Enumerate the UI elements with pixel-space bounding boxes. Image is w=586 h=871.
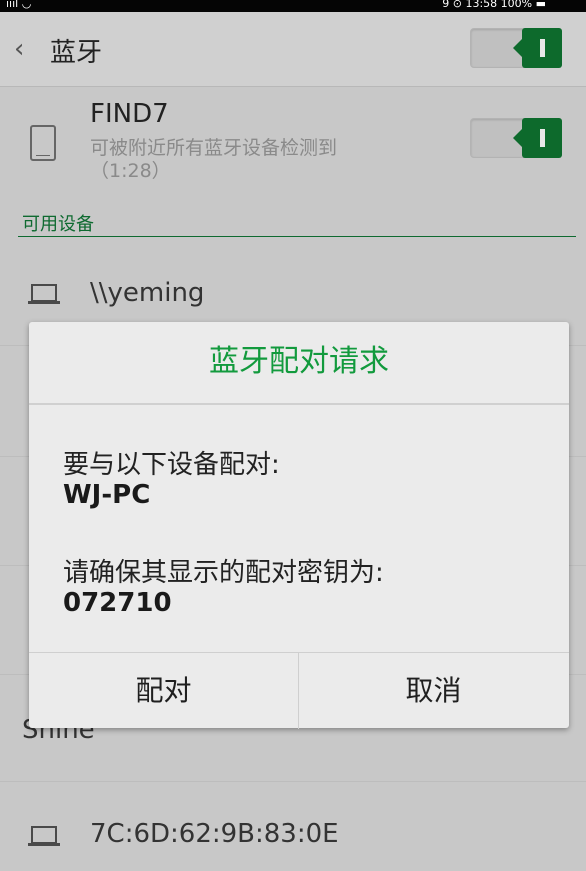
visibility-toggle[interactable] [470, 118, 562, 158]
screen: ıııl ◡ 9 ⊙ 13:58 100% ▬ ‹ 蓝牙 FIND7 可被附近所… [0, 0, 586, 871]
device-item[interactable]: 7C:6D:62:9B:83:0E [0, 782, 586, 871]
action-bar: ‹ 蓝牙 [0, 12, 586, 87]
pairing-dialog: 蓝牙配对请求 要与以下设备配对: WJ-PC 请确保其显示的配对密钥为: 072… [29, 322, 569, 729]
available-devices-header: 可用设备 [22, 214, 94, 235]
pair-with-label: 要与以下设备配对: [63, 450, 280, 480]
remote-device-name: WJ-PC [63, 480, 151, 510]
signal-icon: ıııl ◡ [6, 0, 32, 10]
confirm-key-label: 请确保其显示的配对密钥为: [63, 558, 384, 588]
device-name: FIND7 [90, 99, 169, 129]
device-item-label: \\yeming [90, 278, 205, 308]
toggle-knob [513, 28, 562, 68]
section-divider [18, 236, 576, 237]
bluetooth-toggle[interactable] [470, 28, 562, 68]
this-device-row: FIND7 可被附近所有蓝牙设备检测到（1:28） [0, 87, 586, 205]
status-bar: ıııl ◡ 9 ⊙ 13:58 100% ▬ [0, 0, 586, 12]
chevron-left-icon[interactable]: ‹ [14, 34, 24, 64]
toggle-knob [513, 118, 562, 158]
laptop-icon [28, 284, 60, 306]
dialog-title: 蓝牙配对请求 [209, 344, 389, 379]
dialog-divider [29, 403, 569, 405]
cancel-button[interactable]: 取消 [299, 653, 568, 729]
phone-icon [30, 125, 56, 161]
laptop-icon [28, 826, 60, 848]
dialog-button-bar: 配对 取消 [29, 652, 569, 729]
device-item-label: 7C:6D:62:9B:83:0E [90, 819, 339, 849]
status-time: 9 ⊙ 13:58 100% ▬ [442, 0, 546, 10]
page-title: 蓝牙 [50, 38, 103, 68]
device-visibility-text: 可被附近所有蓝牙设备检测到（1:28） [90, 137, 338, 182]
pair-button[interactable]: 配对 [29, 653, 298, 729]
pairing-key: 072710 [63, 588, 172, 618]
